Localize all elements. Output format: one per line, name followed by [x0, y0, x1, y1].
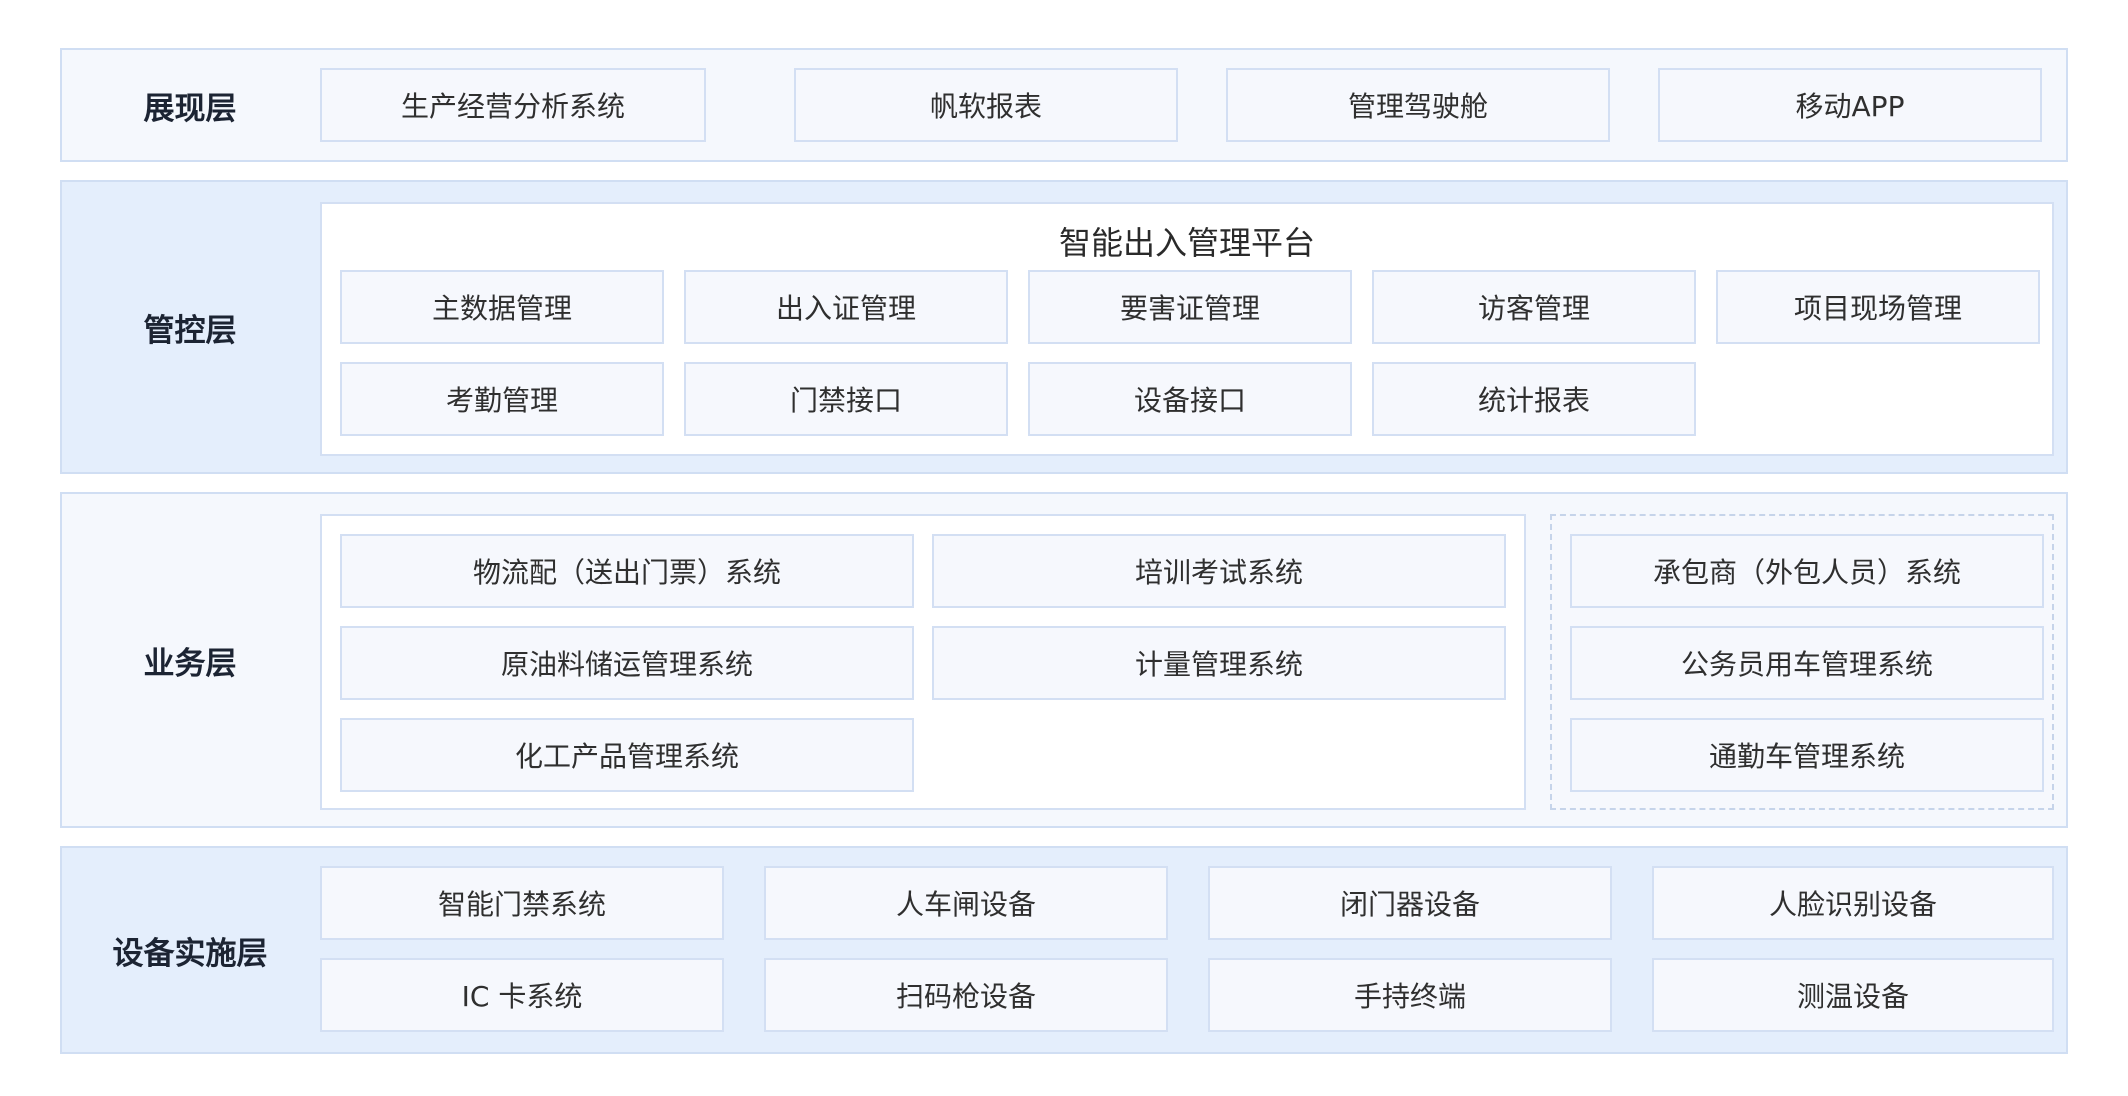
business-system: 培训考试系统: [932, 534, 1506, 608]
device-item: 扫码枪设备: [764, 958, 1168, 1032]
device-item: 手持终端: [1208, 958, 1612, 1032]
device-item: 测温设备: [1652, 958, 2054, 1032]
presentation-item: 管理驾驶舱: [1226, 68, 1610, 142]
external-system: 承包商（外包人员）系统: [1570, 534, 2044, 608]
business-system: 化工产品管理系统: [340, 718, 914, 792]
control-module: 主数据管理: [340, 270, 664, 344]
business-system: 计量管理系统: [932, 626, 1506, 700]
external-systems-panel: 承包商（外包人员）系统 公务员用车管理系统 通勤车管理系统: [1550, 514, 2054, 810]
control-module: 设备接口: [1028, 362, 1352, 436]
presentation-item: 生产经营分析系统: [320, 68, 706, 142]
external-system: 公务员用车管理系统: [1570, 626, 2044, 700]
device-item: IC 卡系统: [320, 958, 724, 1032]
platform-panel: 智能出入管理平台 主数据管理 出入证管理 要害证管理 访客管理 项目现场管理 考…: [320, 202, 2054, 456]
business-layer-label: 业务层: [143, 645, 237, 682]
control-layer: 管控层 智能出入管理平台 主数据管理 出入证管理 要害证管理 访客管理 项目现场…: [60, 180, 2068, 474]
business-layer: 业务层 物流配（送出门票）系统 培训考试系统 原油料储运管理系统 计量管理系统 …: [60, 492, 2068, 828]
control-module: 访客管理: [1372, 270, 1696, 344]
external-system: 通勤车管理系统: [1570, 718, 2044, 792]
device-item: 人脸识别设备: [1652, 866, 2054, 940]
presentation-item: 帆软报表: [794, 68, 1178, 142]
control-module: 考勤管理: [340, 362, 664, 436]
control-module: 统计报表: [1372, 362, 1696, 436]
presentation-layer: 展现层 生产经营分析系统 帆软报表 管理驾驶舱 移动APP: [60, 48, 2068, 162]
business-system: 原油料储运管理系统: [340, 626, 914, 700]
control-module: 要害证管理: [1028, 270, 1352, 344]
device-layer: 设备实施层 智能门禁系统 人车闸设备 闭门器设备 人脸识别设备 IC 卡系统 扫…: [60, 846, 2068, 1054]
business-system: 物流配（送出门票）系统: [340, 534, 914, 608]
presentation-layer-label: 展现层: [143, 90, 237, 127]
control-module: 出入证管理: [684, 270, 1008, 344]
control-module: 门禁接口: [684, 362, 1008, 436]
presentation-item: 移动APP: [1658, 68, 2042, 142]
device-item: 人车闸设备: [764, 866, 1168, 940]
device-item: 闭门器设备: [1208, 866, 1612, 940]
control-module: 项目现场管理: [1716, 270, 2040, 344]
device-item: 智能门禁系统: [320, 866, 724, 940]
internal-systems-panel: 物流配（送出门票）系统 培训考试系统 原油料储运管理系统 计量管理系统 化工产品…: [320, 514, 1526, 810]
control-layer-label: 管控层: [143, 312, 237, 349]
platform-title: 智能出入管理平台: [1058, 224, 1315, 262]
device-layer-label: 设备实施层: [112, 935, 268, 972]
